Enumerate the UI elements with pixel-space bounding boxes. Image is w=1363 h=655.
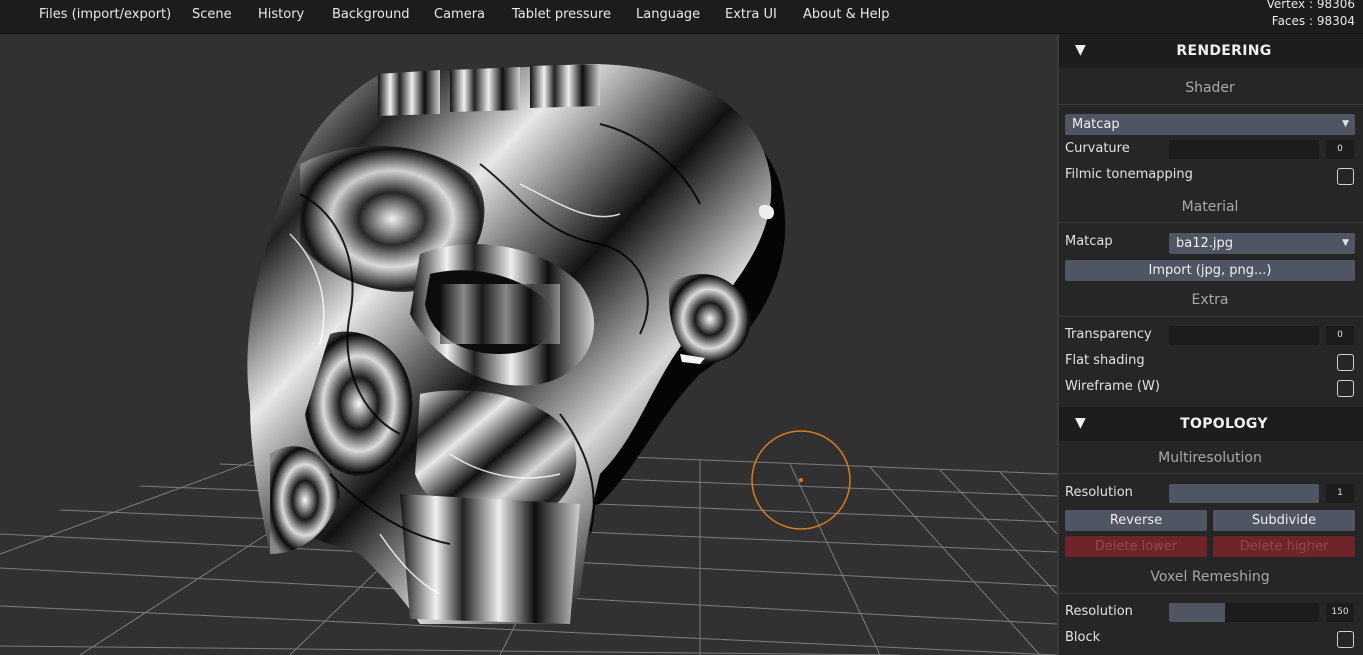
rendering-section-header[interactable]: ▼ RENDERING <box>1059 34 1363 68</box>
vertex-count: Vertex : 98306 <box>1266 0 1355 11</box>
divider <box>1059 222 1363 223</box>
material-heading: Material <box>1181 199 1239 215</box>
transparency-value[interactable]: 0 <box>1326 326 1354 345</box>
menu-scene[interactable]: Scene <box>192 0 232 30</box>
divider <box>1059 316 1363 317</box>
topology-section-header[interactable]: ▼ TOPOLOGY <box>1059 407 1363 441</box>
shader-select[interactable]: Matcap ▼ <box>1065 114 1355 135</box>
matcap-select[interactable]: ba12.jpg ▼ <box>1169 233 1355 254</box>
multires-resolution-label: Resolution <box>1065 485 1133 500</box>
curvature-label: Curvature <box>1065 141 1130 156</box>
filmic-checkbox[interactable] <box>1337 168 1354 185</box>
filmic-label: Filmic tonemapping <box>1065 167 1193 182</box>
block-checkbox[interactable] <box>1337 631 1354 648</box>
voxel-resolution-fill <box>1169 603 1225 622</box>
transparency-slider[interactable] <box>1169 326 1319 345</box>
flat-shading-label: Flat shading <box>1065 353 1145 368</box>
sculpt-model <box>247 64 775 624</box>
faces-count: Faces : 98304 <box>1271 14 1355 28</box>
3d-viewport[interactable] <box>0 34 1057 655</box>
voxel-remeshing-heading: Voxel Remeshing <box>1150 569 1270 585</box>
extra-heading: Extra <box>1191 292 1229 308</box>
multires-resolution-value[interactable]: 1 <box>1326 484 1354 503</box>
curvature-slider[interactable] <box>1169 140 1319 159</box>
transparency-label: Transparency <box>1065 327 1152 342</box>
chevron-down-icon: ▼ <box>1342 119 1349 129</box>
curvature-value[interactable]: 0 <box>1326 140 1354 159</box>
multiresolution-heading: Multiresolution <box>1158 450 1262 466</box>
matcap-label: Matcap <box>1065 234 1113 249</box>
menu-history[interactable]: History <box>258 0 304 30</box>
divider <box>1059 104 1363 105</box>
reverse-button[interactable]: Reverse <box>1065 510 1207 531</box>
voxel-resolution-label: Resolution <box>1065 604 1133 619</box>
menu-files[interactable]: Files (import/export) <box>39 0 171 30</box>
voxel-resolution-value[interactable]: 150 <box>1326 603 1354 622</box>
block-label: Block <box>1065 630 1101 645</box>
chevron-down-icon: ▼ <box>1342 238 1349 248</box>
menu-camera[interactable]: Camera <box>434 0 485 30</box>
menu-bar: Files (import/export) Scene History Back… <box>0 0 1363 34</box>
import-matcap-button[interactable]: Import (jpg, png...) <box>1065 260 1355 281</box>
divider <box>1059 593 1363 594</box>
menu-tablet-pressure[interactable]: Tablet pressure <box>512 0 611 30</box>
rendering-title: RENDERING <box>1176 43 1272 59</box>
wireframe-label: Wireframe (W) <box>1065 379 1160 394</box>
matcap-select-value: ba12.jpg <box>1176 236 1234 251</box>
shader-heading: Shader <box>1185 80 1235 96</box>
menu-extra-ui[interactable]: Extra UI <box>725 0 777 30</box>
menu-language[interactable]: Language <box>636 0 700 30</box>
shader-select-value: Matcap <box>1072 117 1120 132</box>
topology-title: TOPOLOGY <box>1180 416 1268 432</box>
multires-resolution-fill <box>1169 484 1319 503</box>
divider <box>1059 473 1363 474</box>
delete-higher-button[interactable]: Delete higher <box>1213 536 1355 557</box>
menu-about-help[interactable]: About & Help <box>803 0 889 30</box>
side-panel: ▼ RENDERING Shader Matcap ▼ Curvature 0 … <box>1057 34 1363 655</box>
viewport-scene <box>0 64 1057 655</box>
menu-background[interactable]: Background <box>332 0 410 30</box>
delete-lower-button[interactable]: Delete lower <box>1065 536 1207 557</box>
multires-resolution-slider[interactable] <box>1169 484 1319 503</box>
flat-shading-checkbox[interactable] <box>1337 354 1354 371</box>
subdivide-button[interactable]: Subdivide <box>1213 510 1355 531</box>
voxel-resolution-slider[interactable] <box>1169 603 1319 622</box>
wireframe-checkbox[interactable] <box>1337 380 1354 397</box>
brush-cursor-center <box>799 478 803 482</box>
